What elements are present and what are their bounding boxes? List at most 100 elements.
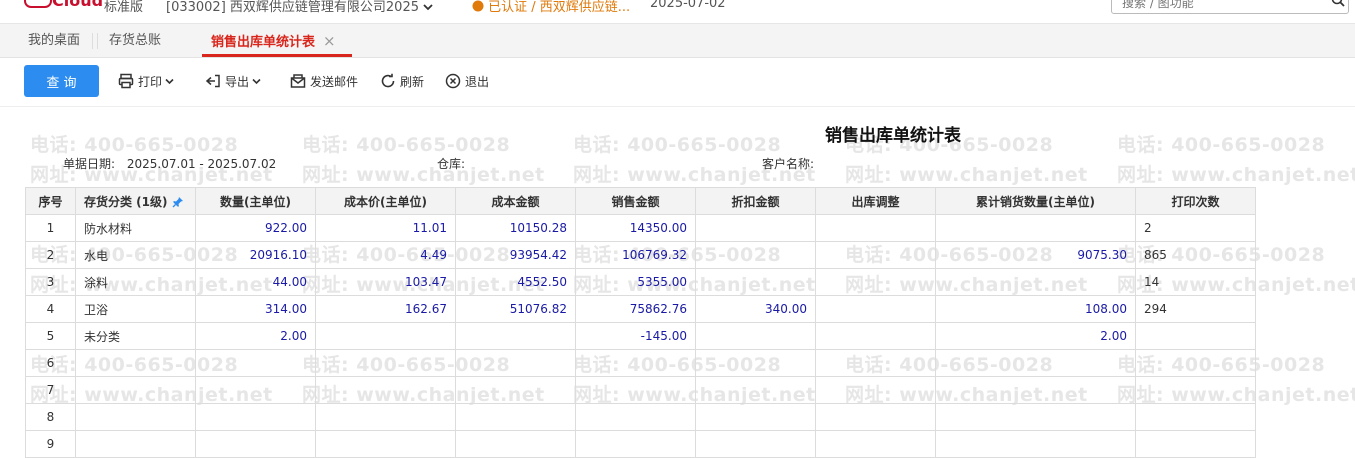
cell-category[interactable] bbox=[75, 430, 196, 458]
cell-print-count[interactable] bbox=[1135, 403, 1256, 431]
table-row[interactable]: 7 bbox=[25, 376, 1256, 404]
table-row[interactable]: 2 水电 20916.10 4.49 93954.42 106769.32 9075.30 8… bbox=[25, 241, 1256, 269]
col-header-quantity[interactable]: 数量(主单位) bbox=[195, 187, 316, 215]
cell-cost-amount[interactable] bbox=[455, 430, 576, 458]
tab-my-desktop[interactable]: 我的桌面 bbox=[28, 33, 94, 49]
company-selector[interactable]: [033002] 西双辉供应链管理有限公司2025 bbox=[166, 0, 433, 15]
cell-print-count[interactable] bbox=[1135, 430, 1256, 458]
cell-index[interactable]: 7 bbox=[25, 376, 76, 404]
cell-index[interactable]: 3 bbox=[25, 268, 76, 296]
cell-cost-price[interactable] bbox=[315, 376, 456, 404]
cell-cost-price[interactable] bbox=[315, 322, 456, 350]
cell-cost-price[interactable]: 4.49 bbox=[315, 241, 456, 269]
cell-cumulative-qty[interactable] bbox=[935, 430, 1136, 458]
close-icon[interactable]: × bbox=[323, 32, 336, 50]
print-button[interactable]: 打印 bbox=[118, 71, 178, 91]
cell-cost-amount[interactable]: 10150.28 bbox=[455, 214, 576, 242]
cell-index[interactable]: 5 bbox=[25, 322, 76, 350]
table-row[interactable]: 8 bbox=[25, 403, 1256, 431]
cell-sales-amount[interactable] bbox=[575, 349, 696, 377]
cell-print-count[interactable]: 2 bbox=[1135, 214, 1256, 242]
cell-sales-amount[interactable]: 75862.76 bbox=[575, 295, 696, 323]
cell-cumulative-qty[interactable] bbox=[935, 349, 1136, 377]
cell-cost-price[interactable] bbox=[315, 403, 456, 431]
auth-status[interactable]: 已认证 / 西双辉供应链... bbox=[472, 0, 630, 15]
cell-category[interactable]: 水电 bbox=[75, 241, 196, 269]
col-header-print-count[interactable]: 打印次数 bbox=[1135, 187, 1256, 215]
cell-cumulative-qty[interactable] bbox=[935, 376, 1136, 404]
col-header-cumulative-qty[interactable]: 累计销货数量(主单位) bbox=[935, 187, 1136, 215]
cell-print-count[interactable] bbox=[1135, 322, 1256, 350]
cell-category[interactable]: 卫浴 bbox=[75, 295, 196, 323]
cell-outbound-adjust[interactable] bbox=[815, 214, 936, 242]
col-header-outbound-adjust[interactable]: 出库调整 bbox=[815, 187, 936, 215]
col-header-cost-price[interactable]: 成本价(主单位) bbox=[315, 187, 456, 215]
col-header-sales-amount[interactable]: 销售金额 bbox=[575, 187, 696, 215]
refresh-button[interactable]: 刷新 bbox=[380, 71, 424, 91]
cell-sales-amount[interactable]: -145.00 bbox=[575, 322, 696, 350]
cell-category[interactable] bbox=[75, 403, 196, 431]
cell-index[interactable]: 1 bbox=[25, 214, 76, 242]
cell-discount-amount[interactable] bbox=[695, 349, 816, 377]
cell-outbound-adjust[interactable] bbox=[815, 376, 936, 404]
table-row[interactable]: 6 bbox=[25, 349, 1256, 377]
table-row[interactable]: 9 bbox=[25, 430, 1256, 458]
cell-discount-amount[interactable]: 340.00 bbox=[695, 295, 816, 323]
cell-cost-price[interactable] bbox=[315, 349, 456, 377]
cell-discount-amount[interactable] bbox=[695, 403, 816, 431]
cell-cost-amount[interactable] bbox=[455, 349, 576, 377]
cell-sales-amount[interactable] bbox=[575, 403, 696, 431]
query-button[interactable]: 查 询 bbox=[24, 65, 99, 97]
table-row[interactable]: 5 未分类 2.00 -145.00 2.00 bbox=[25, 322, 1256, 350]
cell-cumulative-qty[interactable]: 108.00 bbox=[935, 295, 1136, 323]
cell-cumulative-qty[interactable]: 2.00 bbox=[935, 322, 1136, 350]
cell-cost-price[interactable]: 11.01 bbox=[315, 214, 456, 242]
cell-outbound-adjust[interactable] bbox=[815, 268, 936, 296]
exit-button[interactable]: 退出 bbox=[445, 71, 489, 91]
cell-print-count[interactable] bbox=[1135, 376, 1256, 404]
table-row[interactable]: 4 卫浴 314.00 162.67 51076.82 75862.76 340.00 108… bbox=[25, 295, 1256, 323]
cell-cost-price[interactable]: 162.67 bbox=[315, 295, 456, 323]
send-email-button[interactable]: 发送邮件 bbox=[290, 71, 358, 91]
pin-icon[interactable] bbox=[172, 196, 184, 208]
export-button[interactable]: 导出 bbox=[205, 71, 265, 91]
col-header-cost-amount[interactable]: 成本金额 bbox=[455, 187, 576, 215]
cell-sales-amount[interactable]: 5355.00 bbox=[575, 268, 696, 296]
cell-cumulative-qty[interactable] bbox=[935, 403, 1136, 431]
cell-sales-amount[interactable] bbox=[575, 376, 696, 404]
cell-cost-price[interactable]: 103.47 bbox=[315, 268, 456, 296]
cell-index[interactable]: 9 bbox=[25, 430, 76, 458]
cell-category[interactable] bbox=[75, 376, 196, 404]
cell-sales-amount[interactable]: 106769.32 bbox=[575, 241, 696, 269]
app-logo[interactable]: Cloud bbox=[24, 0, 103, 10]
cell-outbound-adjust[interactable] bbox=[815, 430, 936, 458]
cell-cost-price[interactable] bbox=[315, 430, 456, 458]
cell-outbound-adjust[interactable] bbox=[815, 241, 936, 269]
cell-category[interactable]: 防水材料 bbox=[75, 214, 196, 242]
cell-cost-amount[interactable] bbox=[455, 376, 576, 404]
col-header-discount-amount[interactable]: 折扣金额 bbox=[695, 187, 816, 215]
cell-quantity[interactable] bbox=[195, 376, 316, 404]
cell-cumulative-qty[interactable] bbox=[935, 214, 1136, 242]
cell-quantity[interactable] bbox=[195, 403, 316, 431]
cell-print-count[interactable]: 865 bbox=[1135, 241, 1256, 269]
cell-index[interactable]: 4 bbox=[25, 295, 76, 323]
cell-category[interactable]: 涂料 bbox=[75, 268, 196, 296]
tab-inventory-ledger[interactable]: 存货总账 bbox=[109, 24, 161, 57]
cell-discount-amount[interactable] bbox=[695, 376, 816, 404]
col-header-category[interactable]: 存货分类 (1级) bbox=[75, 187, 196, 215]
cell-cost-amount[interactable]: 4552.50 bbox=[455, 268, 576, 296]
col-header-index[interactable]: 序号 bbox=[25, 187, 76, 215]
cell-quantity[interactable]: 2.00 bbox=[195, 322, 316, 350]
cell-index[interactable]: 2 bbox=[25, 241, 76, 269]
cell-cumulative-qty[interactable] bbox=[935, 268, 1136, 296]
cell-quantity[interactable]: 20916.10 bbox=[195, 241, 316, 269]
table-row[interactable]: 3 涂料 44.00 103.47 4552.50 5355.00 14 bbox=[25, 268, 1256, 296]
cell-outbound-adjust[interactable] bbox=[815, 349, 936, 377]
search-icon[interactable] bbox=[1331, 0, 1345, 7]
cell-outbound-adjust[interactable] bbox=[815, 295, 936, 323]
cell-quantity[interactable] bbox=[195, 430, 316, 458]
cell-sales-amount[interactable] bbox=[575, 430, 696, 458]
table-row[interactable]: 1 防水材料 922.00 11.01 10150.28 14350.00 2 bbox=[25, 214, 1256, 242]
cell-quantity[interactable]: 314.00 bbox=[195, 295, 316, 323]
